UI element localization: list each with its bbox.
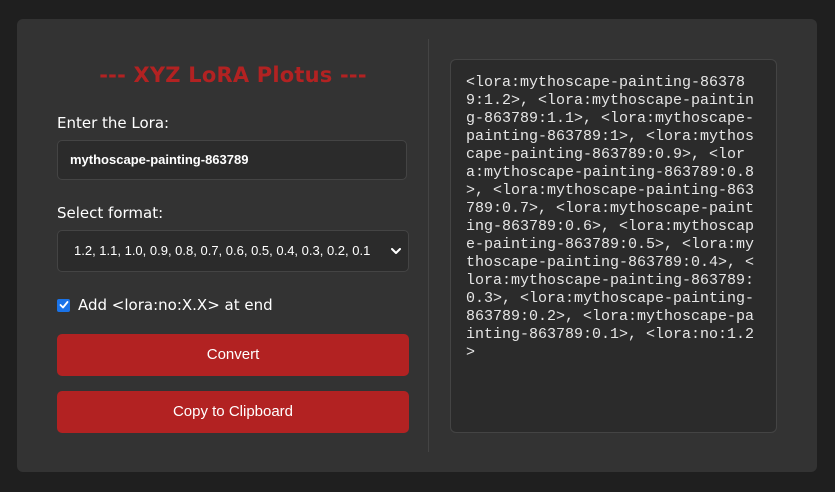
copy-to-clipboard-button[interactable]: Copy to Clipboard — [57, 391, 409, 433]
lora-input[interactable]: mythoscape-painting-863789 — [57, 140, 407, 180]
chevron-down-icon — [390, 231, 402, 271]
add-lora-no-label[interactable]: Add <lora:no:X.X> at end — [78, 296, 273, 314]
checkmark-icon — [59, 301, 68, 309]
convert-button[interactable]: Convert — [57, 334, 409, 376]
main-panel: --- XYZ LoRA Plotus --- Enter the Lora: … — [17, 19, 817, 472]
page-title: --- XYZ LoRA Plotus --- — [99, 63, 367, 87]
format-select-value: 1.2, 1.1, 1.0, 0.9, 0.8, 0.7, 0.6, 0.5, … — [74, 243, 371, 258]
section-divider — [428, 39, 429, 452]
lora-label: Enter the Lora: — [57, 114, 170, 132]
format-select[interactable]: 1.2, 1.1, 1.0, 0.9, 0.8, 0.7, 0.6, 0.5, … — [57, 230, 409, 272]
output-box[interactable]: <lora:mythoscape-painting-863789:1.2>, <… — [450, 59, 777, 433]
add-lora-no-checkbox[interactable] — [57, 298, 70, 312]
add-lora-no-row: Add <lora:no:X.X> at end — [57, 295, 273, 315]
format-label: Select format: — [57, 204, 164, 222]
form-section: --- XYZ LoRA Plotus --- Enter the Lora: … — [57, 19, 409, 472]
